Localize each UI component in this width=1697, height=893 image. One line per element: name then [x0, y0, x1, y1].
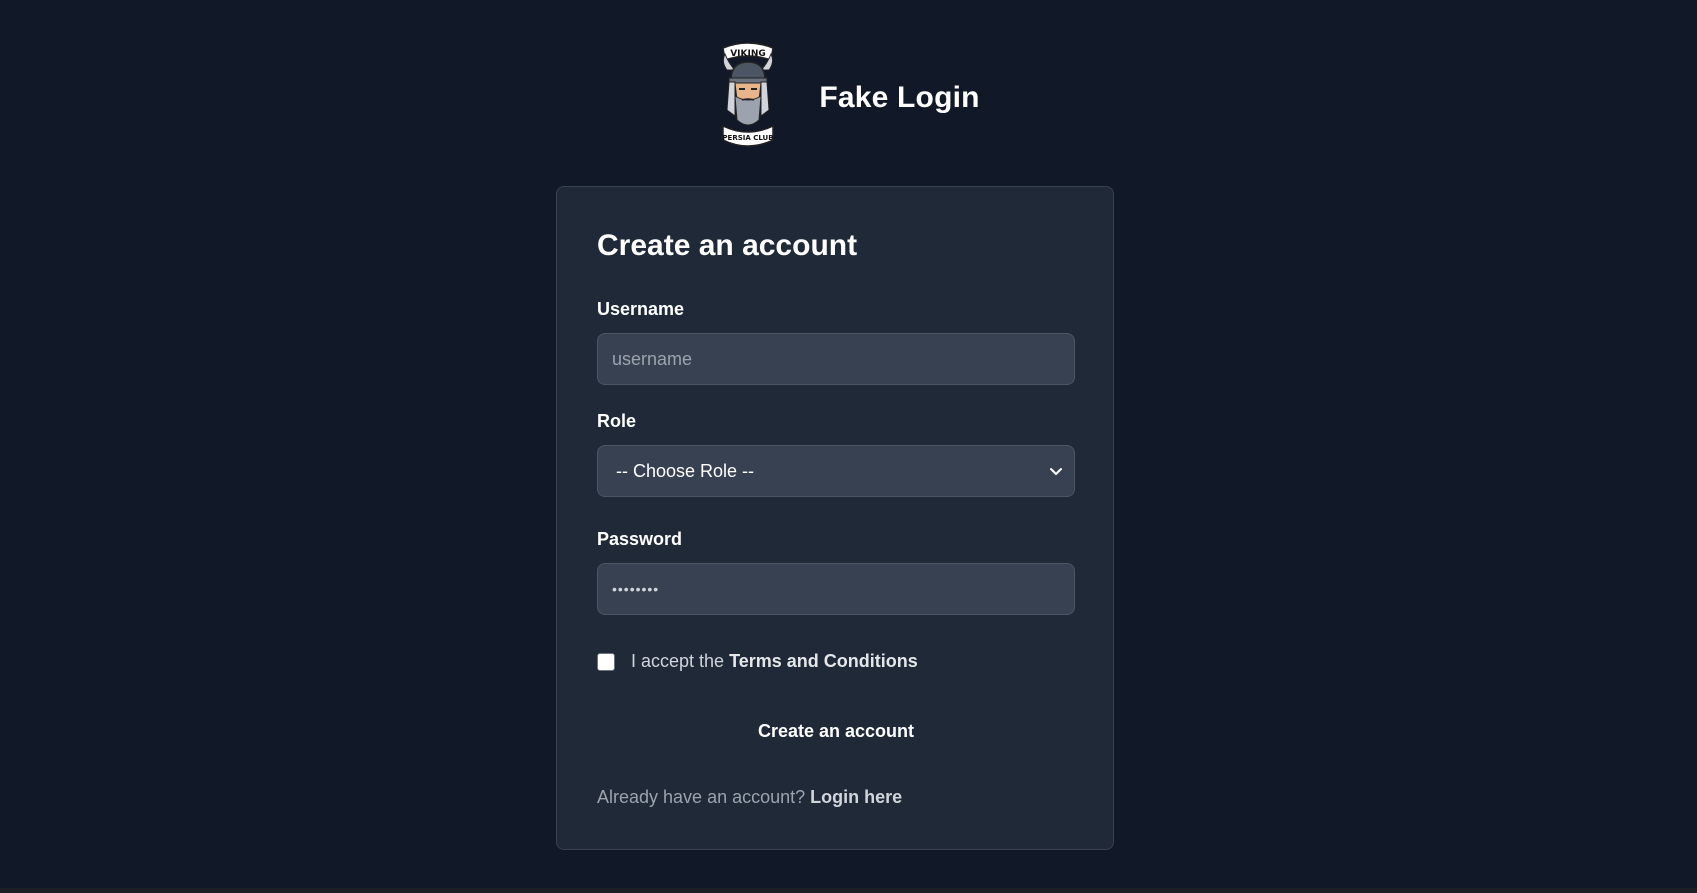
password-label: Password — [597, 529, 683, 549]
role-select[interactable]: -- Choose Role -- — [597, 445, 1075, 497]
viking-logo-icon: VIKING PERSIA CLUB — [722, 42, 775, 147]
brand-name: Fake Login — [819, 81, 980, 114]
chevron-down-icon — [1050, 468, 1062, 475]
login-prompt: Already have an account? — [597, 787, 806, 807]
terms-text: I accept the Terms and Conditions — [631, 651, 918, 672]
login-link[interactable]: Login here — [810, 787, 902, 807]
signup-card: Create an account Username username Role… — [556, 186, 1114, 850]
create-account-button[interactable]: Create an account — [597, 707, 1075, 755]
terms-row: I accept the Terms and Conditions — [597, 651, 918, 672]
password-masked-value: •••••••• — [612, 581, 660, 597]
username-input[interactable]: username — [597, 333, 1075, 385]
page: VIKING PERSIA CLUB Fake Login Create an … — [0, 0, 1697, 893]
svg-text:VIKING: VIKING — [731, 49, 767, 59]
page-title: Create an account — [597, 229, 858, 262]
terms-prefix: I accept the — [631, 651, 725, 671]
terms-checkbox[interactable] — [597, 652, 615, 671]
role-label: Role — [597, 411, 637, 431]
username-label: Username — [597, 299, 685, 319]
password-input[interactable]: •••••••• — [597, 563, 1075, 615]
username-placeholder: username — [612, 348, 693, 369]
terms-link[interactable]: Terms and Conditions — [729, 651, 918, 671]
brand-link[interactable]: VIKING PERSIA CLUB Fake Login — [717, 40, 979, 152]
brand-header: VIKING PERSIA CLUB Fake Login — [0, 40, 1697, 152]
login-row: Already have an account? Login here — [597, 787, 902, 808]
role-selected-value: -- Choose Role -- — [616, 460, 755, 481]
bottom-divider — [0, 888, 1697, 893]
svg-text:PERSIA CLUB: PERSIA CLUB — [723, 134, 774, 142]
